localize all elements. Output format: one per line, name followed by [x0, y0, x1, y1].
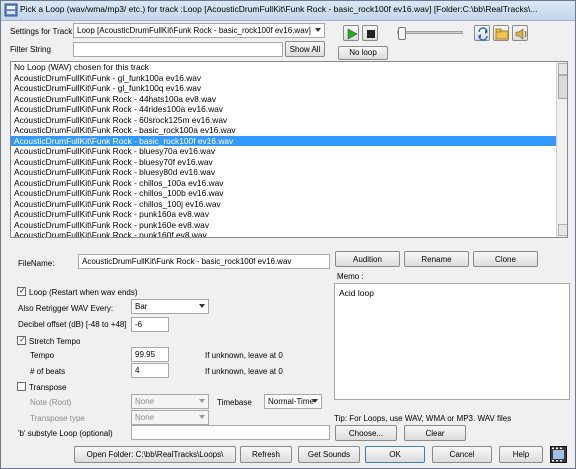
get-sounds-button[interactable]: Get Sounds	[298, 446, 360, 463]
list-item[interactable]: No Loop (WAV) chosen for this track	[11, 62, 567, 73]
list-item[interactable]: AcousticDrumFullKit\Funk Rock - punk160a…	[11, 209, 567, 220]
film-icon[interactable]	[550, 446, 567, 463]
filename-label: FileName:	[18, 259, 55, 268]
filter-input[interactable]	[73, 42, 283, 57]
decibel-input[interactable]: -6	[131, 317, 169, 332]
list-item[interactable]: AcousticDrumFullKit\Funk Rock - bluesy70…	[11, 146, 567, 157]
loop-label: Loop (Restart when wav ends)	[29, 288, 138, 297]
decibel-label: Decibel offset (dB) [-48 to +48]	[18, 320, 127, 329]
volume-slider[interactable]	[397, 27, 463, 40]
transpose-checkbox[interactable]	[17, 382, 26, 391]
beats-label: # of beats	[30, 367, 66, 376]
substyle-label: 'b' substyle Loop (optional)	[18, 429, 113, 438]
loop-file-list[interactable]: No Loop (WAV) chosen for this track Acous…	[10, 61, 568, 238]
checkmark-icon: ✓	[19, 335, 26, 344]
chevron-down-icon	[199, 399, 205, 403]
open-folder-button[interactable]: Open Folder: C:\bb\RealTracks\Loops\	[74, 446, 236, 463]
repeat-icon	[478, 27, 488, 41]
chevron-down-icon	[315, 28, 321, 32]
scroll-down-arrow-icon[interactable]	[558, 224, 567, 236]
list-item[interactable]: AcousticDrumFullKit\Funk Rock - punk160f…	[11, 230, 567, 237]
stretch-tempo-label: Stretch Tempo	[29, 337, 81, 346]
choose-button[interactable]: Choose...	[335, 425, 397, 441]
loop-toggle-button[interactable]	[474, 25, 490, 41]
list-item[interactable]: AcousticDrumFullKit\Funk Rock - chillos_…	[11, 188, 567, 199]
list-rows: No Loop (WAV) chosen for this track Acous…	[11, 62, 567, 237]
loop-checkbox[interactable]: ✓	[17, 286, 26, 296]
retrigger-label: Also Retrigger WAV Every:	[18, 304, 114, 313]
transpose-label: Transpose	[29, 383, 67, 392]
tempo-hint: If unknown, leave at 0	[205, 351, 283, 360]
beats-hint: If unknown, leave at 0	[205, 367, 283, 376]
substyle-input[interactable]	[131, 425, 330, 440]
track-select-value: Loop [AcousticDrumFullKit\Funk Rock - ba…	[77, 26, 311, 35]
list-item[interactable]: AcousticDrumFullKit\Funk Rock - bluesy80…	[11, 167, 567, 178]
settings-label: Settings for Track	[10, 27, 73, 36]
volume-button[interactable]	[512, 25, 528, 41]
transpose-type-value: None	[135, 413, 155, 422]
show-all-button[interactable]: Show All	[285, 41, 325, 57]
transpose-type-label: Transpose type	[30, 414, 85, 423]
list-item[interactable]: AcousticDrumFullKit\Funk Rock - 44rides1…	[11, 104, 567, 115]
stretch-tempo-checkbox[interactable]: ✓	[17, 335, 26, 345]
transpose-type-select[interactable]: None	[131, 410, 209, 425]
list-item[interactable]: AcousticDrumFullKit\Funk Rock - basic_ro…	[11, 125, 567, 136]
memo-textarea[interactable]: Acid loop	[334, 283, 570, 400]
list-scrollbar[interactable]	[556, 62, 567, 237]
window-title: Pick a Loop (wav/wma/mp3/ etc.) for trac…	[20, 4, 538, 14]
track-select[interactable]: Loop [AcousticDrumFullKit\Funk Rock - ba…	[73, 23, 325, 38]
list-item[interactable]: AcousticDrumFullKit\Funk Rock - punk160e…	[11, 220, 567, 231]
retrigger-select[interactable]: Bar	[131, 299, 209, 314]
checkmark-icon: ✓	[19, 286, 26, 295]
folder-icon	[495, 28, 509, 40]
clone-button[interactable]: Clone	[473, 251, 538, 267]
memo-label: Memo :	[337, 272, 364, 281]
scroll-thumb[interactable]	[558, 75, 567, 99]
no-loop-button[interactable]: No loop	[338, 46, 388, 60]
timebase-value: Normal-Time	[268, 397, 314, 406]
volume-thumb[interactable]	[398, 27, 407, 40]
chevron-down-icon	[312, 399, 318, 403]
cancel-button[interactable]: Cancel	[432, 446, 492, 463]
retrigger-value: Bar	[135, 302, 148, 311]
play-icon	[347, 28, 358, 40]
filename-input[interactable]: AcousticDrumFullKit\Funk Rock - basic_ro…	[78, 254, 330, 269]
tempo-input[interactable]: 99.95	[131, 347, 169, 362]
note-root-value: None	[135, 397, 155, 406]
refresh-button[interactable]: Refresh	[240, 446, 292, 463]
tip-text: Tip: For Loops, use WAV, WMA or MP3. WAV…	[334, 414, 512, 423]
scroll-up-arrow-icon[interactable]	[558, 63, 567, 75]
ok-button[interactable]: OK	[365, 446, 425, 463]
list-item[interactable]: AcousticDrumFullKit\Funk - gl_funk100a e…	[11, 73, 567, 84]
list-item[interactable]: AcousticDrumFullKit\Funk Rock - chillos_…	[11, 199, 567, 210]
clear-button[interactable]: Clear	[404, 425, 466, 441]
tempo-label: Tempo	[30, 351, 55, 360]
chevron-down-icon	[199, 304, 205, 308]
list-item[interactable]: AcousticDrumFullKit\Funk Rock - 44hats10…	[11, 94, 567, 105]
list-item[interactable]: AcousticDrumFullKit\Funk Rock - 60srock1…	[11, 115, 567, 126]
list-item[interactable]: AcousticDrumFullKit\Funk Rock - basic_ro…	[11, 135, 567, 146]
rename-button[interactable]: Rename	[404, 251, 469, 267]
list-item[interactable]: AcousticDrumFullKit\Funk Rock - bluesy70…	[11, 157, 567, 168]
play-button[interactable]	[343, 25, 359, 41]
list-item[interactable]: AcousticDrumFullKit\Funk - gl_funk100q e…	[11, 83, 567, 94]
app-icon	[4, 3, 18, 17]
note-root-label: Note (Root)	[30, 398, 72, 407]
filter-label: Filter String	[10, 45, 51, 54]
chevron-down-icon	[199, 415, 205, 419]
stop-icon	[367, 30, 375, 38]
audition-button[interactable]: Audition	[335, 251, 400, 267]
help-button[interactable]: Help	[499, 446, 543, 463]
list-item[interactable]: AcousticDrumFullKit\Funk Rock - chillos_…	[11, 178, 567, 189]
timebase-label: Timebase	[217, 398, 252, 407]
timebase-select[interactable]: Normal-Time	[264, 394, 322, 409]
stop-button[interactable]	[362, 25, 378, 41]
note-root-select[interactable]: None	[131, 394, 209, 409]
speaker-icon	[515, 28, 527, 40]
folder-button[interactable]	[493, 25, 509, 41]
beats-input[interactable]: 4	[131, 363, 169, 378]
